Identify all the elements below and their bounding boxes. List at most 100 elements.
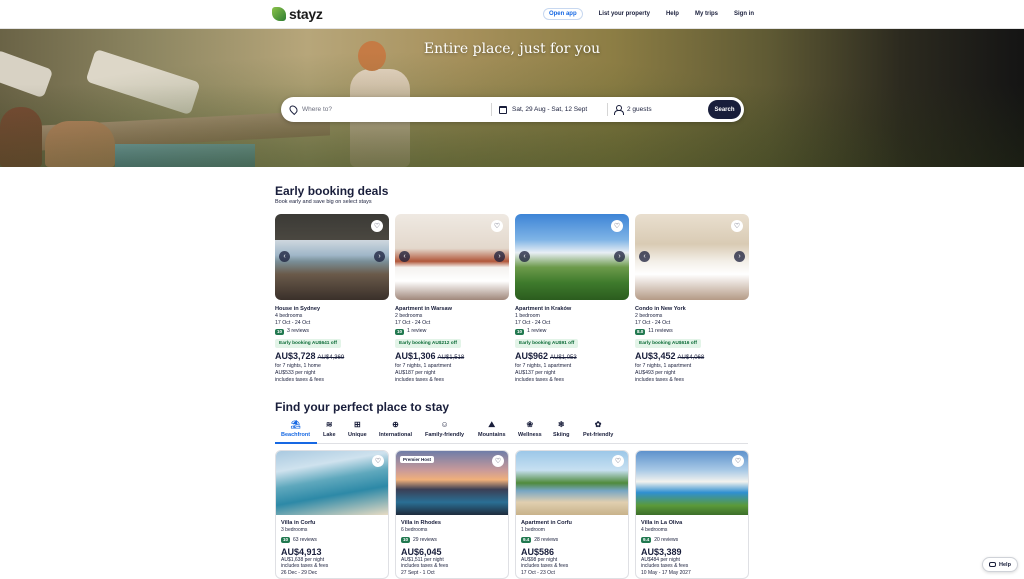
stay-dates: 17 Oct - 24 Oct <box>515 320 551 326</box>
property-type: Villa in Corfu <box>281 520 316 526</box>
premier-host-badge: Premier Host <box>400 456 435 463</box>
tab-family-friendly[interactable]: ☺ Family-friendly <box>425 420 464 438</box>
review-count: 28 reviews <box>534 537 559 544</box>
hero-title: Entire place, just for you <box>423 41 601 57</box>
tab-unique[interactable]: ⊞ Unique <box>348 420 367 438</box>
per-night: AU$98 per night <box>521 556 558 563</box>
heart-icon[interactable]: ♡ <box>732 455 744 467</box>
taxes-note: includes taxes & fees <box>401 563 449 570</box>
open-app-button[interactable]: Open app <box>542 8 583 20</box>
stay-dates: 26 Dec - 29 Dec <box>281 569 318 576</box>
per-night: AU$493 per night <box>635 370 676 376</box>
divider <box>607 103 608 116</box>
property-photo[interactable]: Premier Host ♡ <box>396 451 508 515</box>
tab-label: Family-friendly <box>425 432 465 438</box>
price: AU$1,306 <box>395 351 436 361</box>
grid-icon: ⊞ <box>353 420 361 429</box>
deal-card[interactable]: ♡ ‹ › House in Sydney 4 bedrooms 17 Oct … <box>275 214 389 384</box>
tab-mountains[interactable]: ⛰ Mountains <box>478 420 506 438</box>
guests-field[interactable]: 2 guests <box>614 97 652 122</box>
chevron-right-icon[interactable]: › <box>374 251 385 262</box>
property-photo[interactable]: ♡ <box>516 451 628 515</box>
deal-badge: Early booking AU$616 off <box>635 339 701 348</box>
list-your-property-link[interactable]: List your property <box>599 11 650 17</box>
price: AU$3,728 <box>275 351 316 361</box>
chevron-left-icon[interactable]: ‹ <box>639 251 650 262</box>
stay-dates: 17 Oct - 24 Oct <box>275 320 311 326</box>
rating-badge: 8.0 <box>635 328 646 335</box>
tab-label: Lake <box>323 432 336 438</box>
price-row: AU$3,728 AU$4,369 <box>275 351 389 363</box>
header-nav: Open app List your property Help My trip… <box>542 8 754 20</box>
old-price: AU$4,369 <box>317 355 345 361</box>
where-placeholder: Where to? <box>302 106 332 113</box>
tab-beachfront[interactable]: ⛱ Beachfront <box>281 420 310 438</box>
deal-card[interactable]: ♡ ‹ › Condo in New York 2 bedrooms 17 Oc… <box>635 214 749 384</box>
taxes-note: includes taxes & fees <box>635 377 685 383</box>
chevron-left-icon[interactable]: ‹ <box>519 251 530 262</box>
stayz-logo[interactable]: stayz <box>272 6 323 22</box>
heart-icon[interactable]: ♡ <box>491 220 503 232</box>
heart-icon[interactable]: ♡ <box>611 220 623 232</box>
tab-label: Beachfront <box>281 432 311 438</box>
tab-international[interactable]: ⊕ International <box>379 420 412 438</box>
bedrooms: 1 bedroom <box>521 526 545 533</box>
tab-label: International <box>379 432 413 438</box>
early-booking-title: Early booking deals <box>275 184 389 198</box>
chevron-right-icon[interactable]: › <box>614 251 625 262</box>
chevron-left-icon[interactable]: ‹ <box>399 251 410 262</box>
paw-icon: ✿ <box>594 420 602 429</box>
rating-badge: 10 <box>275 328 285 335</box>
bedrooms: 4 bedrooms <box>641 526 668 533</box>
per-night: AU$484 per night <box>641 556 680 563</box>
taxes-note: includes taxes & fees <box>515 377 565 383</box>
help-link[interactable]: Help <box>666 11 679 17</box>
divider <box>491 103 492 116</box>
property-type: Villa in La Oliva <box>641 520 683 526</box>
heart-icon[interactable]: ♡ <box>371 220 383 232</box>
my-trips-link[interactable]: My trips <box>695 11 718 17</box>
property-card[interactable]: ♡ Villa in La Oliva 4 bedrooms 9.4 20 rev… <box>635 450 749 579</box>
property-photo[interactable]: ♡ ‹ › <box>275 214 389 300</box>
sign-in-link[interactable]: Sign in <box>734 11 754 17</box>
price: AU$6,045 <box>401 546 442 557</box>
snowflake-icon: ❄ <box>557 420 565 429</box>
property-card[interactable]: ♡ Villa in Corfu 3 bedrooms 10 63 reviews… <box>275 450 389 579</box>
heart-icon[interactable]: ♡ <box>372 455 384 467</box>
tab-skiing[interactable]: ❄ Skiing <box>553 420 570 438</box>
chevron-left-icon[interactable]: ‹ <box>279 251 290 262</box>
dates-field[interactable]: Sat, 29 Aug - Sat, 12 Sept <box>499 97 587 122</box>
early-booking-subtitle: Book early and save big on select stays <box>275 199 372 205</box>
property-photo[interactable]: ♡ ‹ › <box>515 214 629 300</box>
bedrooms: 1 bedroom <box>515 313 540 319</box>
tab-wellness[interactable]: ❀ Wellness <box>518 420 542 438</box>
chevron-right-icon[interactable]: › <box>494 251 505 262</box>
heart-icon[interactable]: ♡ <box>731 220 743 232</box>
property-card[interactable]: ♡ Apartment in Corfu 1 bedroom 9.4 28 rev… <box>515 450 629 579</box>
price-detail: for 7 nights, 1 apartment <box>635 363 692 369</box>
help-button[interactable]: Help <box>982 557 1018 572</box>
tab-lake[interactable]: ≋ Lake <box>323 420 336 438</box>
where-field[interactable]: Where to? <box>287 97 332 122</box>
heart-icon[interactable]: ♡ <box>492 455 504 467</box>
tab-pet-friendly[interactable]: ✿ Pet-friendly <box>583 420 613 438</box>
taxes-note: includes taxes & fees <box>521 563 569 570</box>
calendar-icon <box>499 105 507 114</box>
category-tabs: ⛱ Beachfront ≋ Lake ⊞ Unique ⊕ International… <box>275 420 748 444</box>
property-type: Apartment in Warsaw <box>395 306 452 312</box>
property-photo[interactable]: ♡ ‹ › <box>395 214 509 300</box>
chevron-right-icon[interactable]: › <box>734 251 745 262</box>
property-photo[interactable]: ♡ ‹ › <box>635 214 749 300</box>
property-photo[interactable]: ♡ <box>276 451 388 515</box>
search-bar: Where to? Sat, 29 Aug - Sat, 12 Sept 2 g… <box>281 97 744 122</box>
property-type: Apartment in Kraków <box>515 306 572 312</box>
property-card[interactable]: Premier Host ♡ Villa in Rhodes 6 bedroom… <box>395 450 509 579</box>
deal-card[interactable]: ♡ ‹ › Apartment in Warsaw 2 bedrooms 17 … <box>395 214 509 384</box>
heart-icon[interactable]: ♡ <box>612 455 624 467</box>
beach-umbrella-icon: ⛱ <box>290 420 301 429</box>
location-pin-icon <box>287 103 300 116</box>
property-photo[interactable]: ♡ <box>636 451 748 515</box>
stay-dates: 17 Oct - 23 Oct <box>521 569 555 576</box>
deal-card[interactable]: ♡ ‹ › Apartment in Kraków 1 bedroom 17 O… <box>515 214 629 384</box>
search-button[interactable]: Search <box>708 100 741 119</box>
